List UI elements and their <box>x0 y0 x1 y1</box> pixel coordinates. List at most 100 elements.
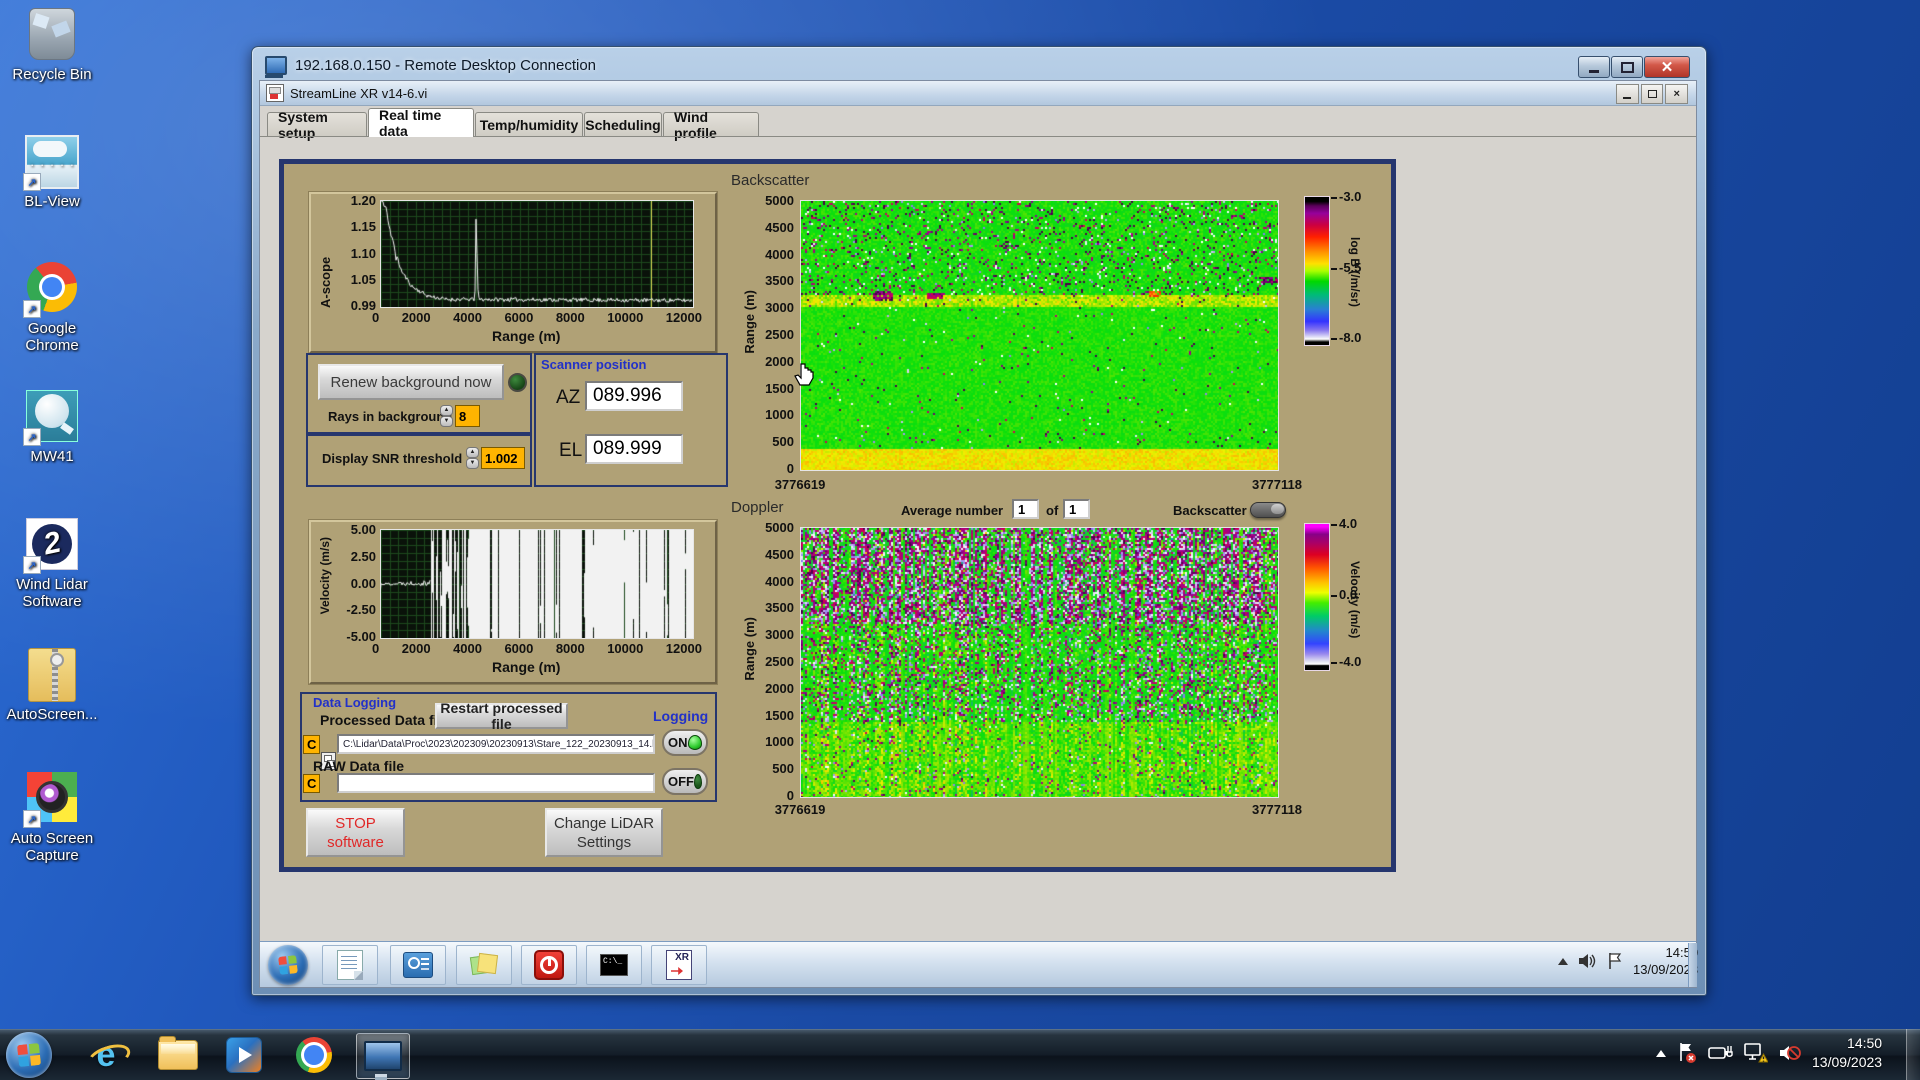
scanner-position-group <box>534 353 728 487</box>
rays-spinner[interactable]: ▲ ▼ <box>440 405 453 427</box>
velocity-plot-canvas <box>380 529 694 639</box>
vi-restore-button[interactable] <box>1640 84 1664 104</box>
axis-tick: 0.00 <box>350 575 376 591</box>
desktop-icon-recycle-bin[interactable]: Recycle Bin <box>0 8 104 83</box>
vi-minimize-button[interactable] <box>1616 84 1639 104</box>
az-value-field[interactable]: 089.996 <box>585 381 683 411</box>
backscatter-ylabel: Range (m) <box>742 290 757 354</box>
tab-wind-profile[interactable]: Wind profile <box>663 109 759 141</box>
remote-taskbar-labview-xr[interactable]: XR <box>651 945 707 985</box>
host-start-button[interactable] <box>6 1032 52 1078</box>
rays-in-background-label: Rays in background <box>328 409 453 424</box>
restart-processed-file-button[interactable]: Restart processed file <box>435 700 568 732</box>
network-warning-icon[interactable] <box>1744 1042 1768 1064</box>
tray-expand-icon[interactable] <box>1558 957 1568 965</box>
processed-logging-toggle[interactable]: ON <box>662 729 708 756</box>
remote-taskbar-cmd[interactable]: C:\_ <box>586 945 642 985</box>
stop-software-button[interactable]: STOP software <box>306 808 405 857</box>
desktop-icon-label: Recycle Bin <box>12 66 92 83</box>
desktop-icon-wind-lidar[interactable]: ↗ Wind Lidar Software <box>0 518 104 610</box>
stop-label-line1: STOP <box>335 814 376 832</box>
renew-background-button[interactable]: Renew background now <box>318 364 504 400</box>
close-button[interactable]: ✕ <box>1644 56 1690 78</box>
restart-processed-file-label: Restart processed file <box>440 700 563 732</box>
axis-tick: 2500 <box>765 653 794 669</box>
host-tray: 14:50 13/09/2023 <box>1656 1034 1882 1072</box>
maximize-button[interactable] <box>1611 56 1643 78</box>
raw-path-field[interactable] <box>337 773 655 793</box>
el-value-field[interactable]: 089.999 <box>585 434 683 464</box>
processed-path-field[interactable]: C:\Lidar\Data\Proc\2023\202309\20230913\… <box>337 734 655 754</box>
rdp-titlebar[interactable]: 192.168.0.150 - Remote Desktop Connectio… <box>255 50 1701 80</box>
change-lidar-settings-button[interactable]: Change LiDAR Settings <box>545 808 663 857</box>
processed-drive-field[interactable]: C <box>303 735 320 754</box>
backscatter-toggle[interactable] <box>1250 502 1286 518</box>
desktop-icon-chrome[interactable]: ↗ Google Chrome <box>0 262 104 354</box>
vi-titlebar[interactable]: StreamLine XR v14-6.vi <box>260 81 1696 106</box>
speaker-icon[interactable] <box>1577 952 1597 970</box>
remote-taskbar-display-settings[interactable] <box>390 945 446 985</box>
axis-tick: 4000 <box>453 641 482 656</box>
tab-temp-humidity[interactable]: Temp/humidity <box>475 112 583 136</box>
vi-close-button[interactable]: × <box>1665 84 1689 104</box>
raw-logging-toggle[interactable]: OFF <box>662 768 708 795</box>
battery-plug-icon[interactable] <box>1708 1042 1734 1064</box>
host-clock[interactable]: 14:50 13/09/2023 <box>1812 1034 1882 1072</box>
rays-value-field[interactable]: 8 <box>455 405 480 427</box>
show-desktop-button[interactable] <box>1906 1029 1920 1080</box>
el-label: EL <box>559 440 583 461</box>
zip-folder-icon <box>25 648 79 702</box>
doppler-colorbar <box>1304 523 1330 671</box>
axis-tick: 12000 <box>665 310 702 325</box>
desktop-icon-bl-view[interactable]: ↗ BL-View <box>0 135 104 210</box>
tab-system-setup[interactable]: System setup <box>267 109 367 141</box>
snr-spinner[interactable]: ▲ ▼ <box>466 447 479 469</box>
ascope-ylabel: A-scope <box>318 256 333 308</box>
desktop-icon-mw41[interactable]: ↗ MW41 <box>0 390 104 465</box>
remote-taskbar-notepad[interactable] <box>322 945 378 985</box>
host-taskbar-chrome[interactable] <box>288 1033 340 1077</box>
ascope-plot-canvas <box>380 200 694 308</box>
remote-taskbar-sticky-notes[interactable] <box>456 945 512 985</box>
host-taskbar-remote-desktop-active[interactable] <box>356 1033 410 1079</box>
shortcut-arrow-icon: ↗ <box>23 556 41 574</box>
command-prompt-icon: C:\_ <box>600 954 628 976</box>
average-total-field[interactable]: 1 <box>1063 499 1090 519</box>
average-number-field[interactable]: 1 <box>1012 499 1039 519</box>
desktop-icon-label: Wind Lidar Software <box>16 576 88 610</box>
desktop-icon-autoscreen-zip[interactable]: AutoScreen... <box>0 648 104 723</box>
logging-on-led-icon <box>687 735 702 750</box>
action-center-flag-error-icon[interactable] <box>1676 1041 1698 1065</box>
tab-scheduling[interactable]: Scheduling <box>584 112 662 136</box>
off-label: OFF <box>668 774 694 789</box>
tab-real-time-data[interactable]: Real time data <box>368 107 474 139</box>
host-taskbar-explorer[interactable] <box>152 1033 204 1077</box>
axis-tick: 1.15 <box>350 219 376 235</box>
doppler-x-end: 3777118 <box>1252 802 1302 817</box>
auto-screen-capture-icon: ↗ <box>23 772 79 828</box>
action-center-flag-icon[interactable] <box>1606 951 1624 971</box>
speaker-muted-icon[interactable] <box>1778 1042 1802 1064</box>
host-taskbar-internet-explorer[interactable]: e <box>80 1033 132 1077</box>
backscatter-colorbar <box>1304 196 1330 346</box>
internet-explorer-icon: e <box>88 1036 124 1074</box>
remote-start-button[interactable] <box>268 945 308 985</box>
host-taskbar-media-player[interactable] <box>218 1033 270 1077</box>
axis-tick: 4500 <box>765 546 794 562</box>
snr-value-field[interactable]: 1.002 <box>481 447 525 469</box>
remote-taskbar-power[interactable] <box>521 945 577 985</box>
raw-drive-field[interactable]: C <box>303 774 320 793</box>
xr-glyph: XR <box>675 952 689 963</box>
tray-expand-icon[interactable] <box>1656 1049 1666 1057</box>
folder-icon <box>158 1036 198 1070</box>
rdp-window-title: 192.168.0.150 - Remote Desktop Connectio… <box>295 56 597 74</box>
axis-tick: 5000 <box>765 520 794 535</box>
remote-show-desktop[interactable] <box>1688 943 1697 987</box>
minimize-button[interactable] <box>1578 56 1610 78</box>
desktop: Recycle Bin ↗ BL-View ↗ Google Chrome ↗ … <box>0 0 1920 1080</box>
desktop-icon-auto-screen-capture[interactable]: ↗ Auto Screen Capture <box>0 772 104 864</box>
raw-data-file-label: RAW Data file <box>313 758 405 774</box>
processed-drive-letter: C <box>307 737 317 752</box>
velocity-xticks: 0 2000 4000 6000 8000 10000 12000 <box>372 641 702 656</box>
axis-tick: 1.10 <box>350 245 376 261</box>
